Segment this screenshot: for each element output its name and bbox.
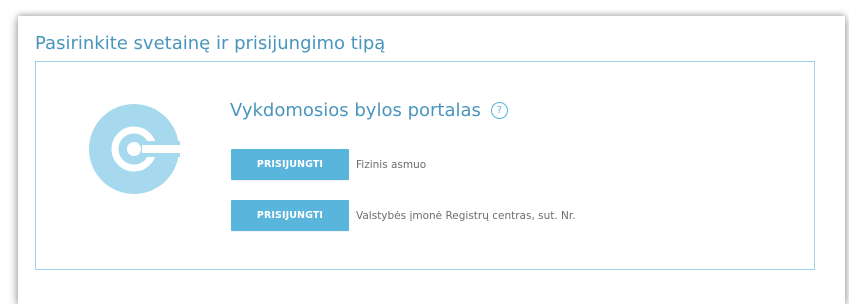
portal-card: Vykdomosios bylos portalas ? PRISIJUNGTI… [35,61,815,270]
portal-name-label: Vykdomosios bylos portalas [230,100,481,121]
login-option-natural-person: PRISIJUNGTI Fizinis asmuo [231,149,426,180]
key-logo-icon [88,104,182,194]
login-description-registry-centre: Valstybės įmonė Registrų centras, sut. N… [356,209,576,222]
site-selection-panel: Pasirinkite svetainę ir prisijungimo tip… [18,16,845,304]
login-description-natural-person: Fizinis asmuo [356,158,427,171]
login-button-registry-centre[interactable]: PRISIJUNGTI [231,200,349,231]
page-title: Pasirinkite svetainę ir prisijungimo tip… [35,33,386,54]
login-button-natural-person[interactable]: PRISIJUNGTI [231,149,349,180]
portal-name: Vykdomosios bylos portalas ? [230,100,508,121]
login-option-registry-centre: PRISIJUNGTI Valstybės įmonė Registrų cen… [231,200,576,231]
question-mark-icon[interactable]: ? [490,102,508,119]
